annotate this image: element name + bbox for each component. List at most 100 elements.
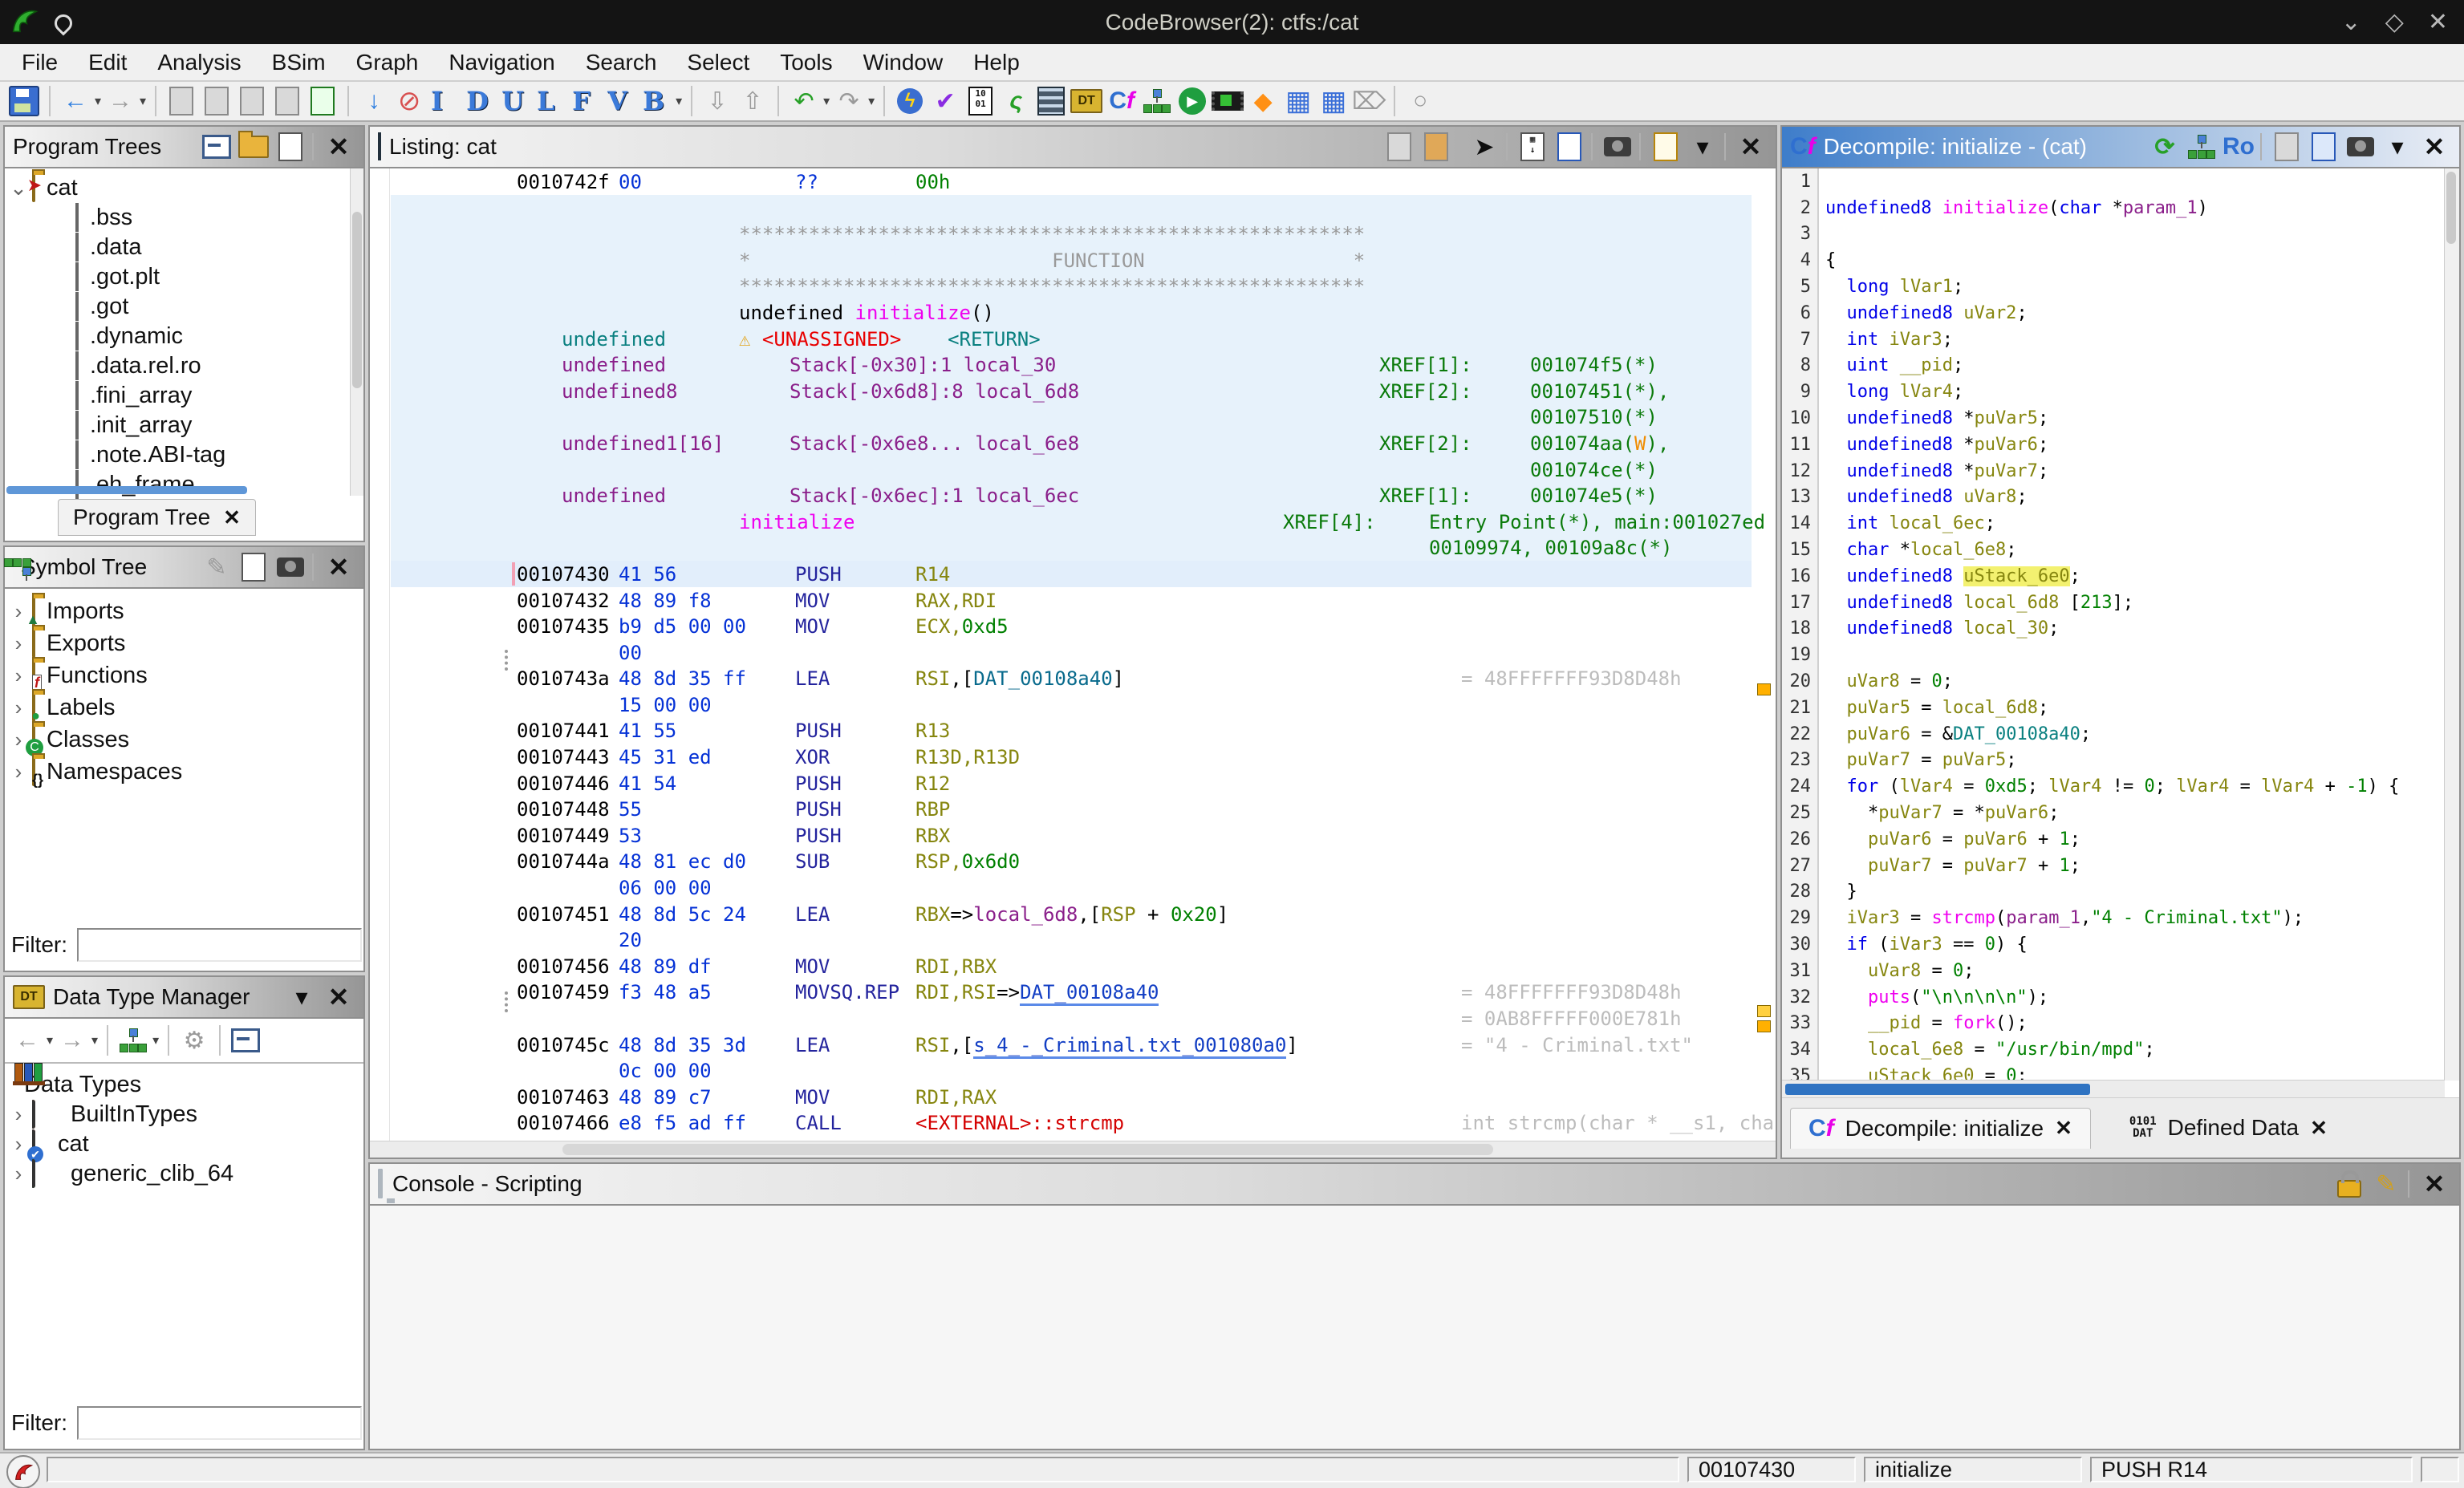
- validate-icon[interactable]: ✔: [928, 83, 963, 119]
- tree-item-bss[interactable]: .bss: [5, 203, 363, 233]
- bookmark-marker[interactable]: [1757, 1020, 1771, 1032]
- drag-handle-icon[interactable]: [505, 991, 511, 1012]
- dtm-item-builtintypes[interactable]: ›BuiltInTypes: [5, 1100, 363, 1129]
- data-type-U-icon[interactable]: U: [501, 86, 529, 116]
- listing-row[interactable]: 00107435b9 d5 00 00MOVECX,0xd5: [391, 613, 1752, 639]
- decompile-line[interactable]: 26 puVar6 = puVar6 + 1;: [1782, 826, 2445, 853]
- tree-item-eh-frame[interactable]: .eh_frame: [5, 470, 363, 500]
- listing-row[interactable]: ****************************************…: [391, 221, 1752, 247]
- menu-search[interactable]: Search: [570, 50, 672, 75]
- listing-hscrollbar[interactable]: [370, 1141, 1776, 1158]
- close-icon[interactable]: ✕: [322, 550, 355, 584]
- listing-row[interactable]: [391, 195, 1752, 221]
- listing-row[interactable]: 0010743248 89 f8MOVRAX,RDI: [391, 587, 1752, 614]
- dtm-root-data-types[interactable]: Data Types: [5, 1070, 363, 1100]
- bytes-viewer-icon[interactable]: 1001: [963, 83, 998, 119]
- tree-item-data-rel-ro[interactable]: .data.rel.ro: [5, 351, 363, 381]
- decompile-line[interactable]: 2undefined8 initialize(char *param_1): [1782, 195, 2445, 221]
- listing-row[interactable]: 00: [391, 639, 1752, 666]
- relationships-icon[interactable]: ◆: [1245, 83, 1281, 119]
- decompile-line[interactable]: 5 long lVar1;: [1782, 274, 2445, 300]
- edit-fields-icon[interactable]: [1649, 130, 1683, 164]
- symbol-item-namespaces[interactable]: ›{}Namespaces: [5, 756, 363, 788]
- decompile-line[interactable]: 17 undefined8 local_6d8 [213];: [1782, 590, 2445, 616]
- listing-row[interactable]: 0010743a48 8d 35 ffLEARSI,[DAT_00108a40]…: [391, 665, 1752, 691]
- decompile-line[interactable]: 31 uVar8 = 0;: [1782, 958, 2445, 984]
- import-tree-icon[interactable]: [274, 130, 307, 164]
- function-call-trees-icon[interactable]: ▶: [1175, 83, 1210, 119]
- decompile-line[interactable]: 16 undefined8 uStack_6e0;: [1782, 563, 2445, 590]
- listing-row[interactable]: undefined⚠ <UNASSIGNED> <RETURN>: [391, 326, 1752, 352]
- decompile-line[interactable]: 32 puts("\n\n\n\n");: [1782, 984, 2445, 1011]
- maximize-icon[interactable]: ◇: [2385, 8, 2404, 36]
- menu-graph[interactable]: Graph: [341, 50, 434, 75]
- decompile-line[interactable]: 21 puVar5 = local_6d8;: [1782, 695, 2445, 721]
- listing-row[interactable]: ****************************************…: [391, 273, 1752, 299]
- ghidra-status-icon[interactable]: [6, 1455, 40, 1488]
- fields-dropdown-icon[interactable]: ▾: [1686, 130, 1719, 164]
- cursor-highlight-icon[interactable]: ➤: [1467, 130, 1501, 164]
- decompile-line[interactable]: 23 puVar7 = puVar5;: [1782, 748, 2445, 774]
- edit-icon[interactable]: [2307, 130, 2340, 164]
- symbol-item-imports[interactable]: ›▲Imports: [5, 595, 363, 627]
- console-output[interactable]: [370, 1206, 2459, 1449]
- decompile-hscrollbar[interactable]: [1782, 1080, 2445, 1098]
- data-type-D-icon[interactable]: D: [466, 86, 493, 116]
- program-tree-scrollbar[interactable]: [350, 168, 363, 496]
- register-values-icon[interactable]: ▦: [1281, 83, 1316, 119]
- dtm-preview-icon[interactable]: [228, 1023, 263, 1058]
- decompile-line[interactable]: 30 if (iVar3 == 0) {: [1782, 931, 2445, 958]
- listing-row[interactable]: undefinedStack[-0x30]:1 local_30XREF[1]:…: [391, 351, 1752, 378]
- close-icon[interactable]: ✕: [322, 980, 355, 1014]
- menu-edit[interactable]: Edit: [73, 50, 142, 75]
- panel-menu-icon[interactable]: ▾: [2381, 130, 2414, 164]
- dtm-paths-icon[interactable]: [116, 1023, 151, 1058]
- undo-icon[interactable]: ↶: [786, 83, 822, 119]
- prev-bookmark-icon[interactable]: [164, 83, 199, 119]
- decompile-line[interactable]: 35 uStack_6e0 = 0;: [1782, 1063, 2445, 1081]
- close-icon[interactable]: ✕: [2428, 8, 2448, 36]
- listing-row[interactable]: 0010745148 8d 5c 24LEARBX=>local_6d8,[RS…: [391, 901, 1752, 927]
- menu-bsim[interactable]: BSim: [257, 50, 341, 75]
- decompile-line[interactable]: 22 puVar6 = &DAT_00108a40;: [1782, 721, 2445, 748]
- listing-row[interactable]: 0c 00 00: [391, 1057, 1752, 1084]
- tree-item-got-plt[interactable]: .got.plt: [5, 262, 363, 292]
- undo-dropdown-icon[interactable]: ▾: [823, 93, 830, 109]
- pin-icon[interactable]: [51, 10, 75, 35]
- listing-row[interactable]: 0010744a48 81 ec d0SUBRSP,0x6d0: [391, 848, 1752, 874]
- back-dropdown-icon[interactable]: ▾: [95, 93, 101, 109]
- symbol-item-exports[interactable]: ›Exports: [5, 627, 363, 659]
- function-graph-icon[interactable]: [1139, 83, 1175, 119]
- listing-row[interactable]: 06 00 00: [391, 874, 1752, 901]
- decompile-line[interactable]: 28 }: [1782, 879, 2445, 906]
- decompile-line[interactable]: 3: [1782, 221, 2445, 248]
- rename-icon[interactable]: Ro: [2222, 130, 2255, 164]
- next-data-icon[interactable]: [270, 83, 305, 119]
- forward-icon[interactable]: →: [103, 83, 138, 119]
- prev-data-icon[interactable]: [234, 83, 270, 119]
- decompiler-icon[interactable]: Cf: [1104, 83, 1139, 119]
- decompile-line[interactable]: 15 char *local_6e8;: [1782, 537, 2445, 563]
- listing-row[interactable]: 0010744855PUSHRBP: [391, 796, 1752, 822]
- menu-help[interactable]: Help: [958, 50, 1035, 75]
- decompile-line[interactable]: 4{: [1782, 247, 2445, 274]
- tab-close-icon[interactable]: ✕: [2055, 1116, 2072, 1141]
- scroll-lock-icon[interactable]: [2332, 1167, 2366, 1201]
- symbol-filter-input[interactable]: [77, 928, 362, 962]
- dtm-header[interactable]: DT Data Type Manager ▾ ✕: [5, 977, 363, 1019]
- close-icon[interactable]: ✕: [2417, 130, 2451, 164]
- listing-row[interactable]: undefined1[16]Stack[-0x6e8... local_6e8X…: [391, 430, 1752, 456]
- listing-row[interactable]: 0010744953PUSHRBX: [391, 822, 1752, 849]
- listing-row[interactable]: 0010744345 31 edXORR13D,R13D: [391, 744, 1752, 770]
- bookmark-marker[interactable]: [1757, 1005, 1771, 1017]
- listing-body[interactable]: 0010742f00??00h*************************…: [370, 168, 1776, 1141]
- snapshot-icon[interactable]: [2344, 130, 2377, 164]
- listing-row[interactable]: 0010744141 55PUSHR13: [391, 717, 1752, 744]
- decompile-body[interactable]: 12undefined8 initialize(char *param_1)34…: [1782, 168, 2445, 1081]
- tab-program-tree[interactable]: Program Tree ✕: [58, 499, 256, 536]
- listing-row[interactable]: undefined8Stack[-0x6d8]:8 local_6d8XREF[…: [391, 378, 1752, 404]
- decompile-line[interactable]: 1: [1782, 168, 2445, 195]
- program-trees-header[interactable]: Program Trees ✕: [5, 127, 363, 168]
- data-types-icon[interactable]: DT: [1069, 83, 1104, 119]
- minimize-icon[interactable]: ⌄: [2341, 8, 2361, 36]
